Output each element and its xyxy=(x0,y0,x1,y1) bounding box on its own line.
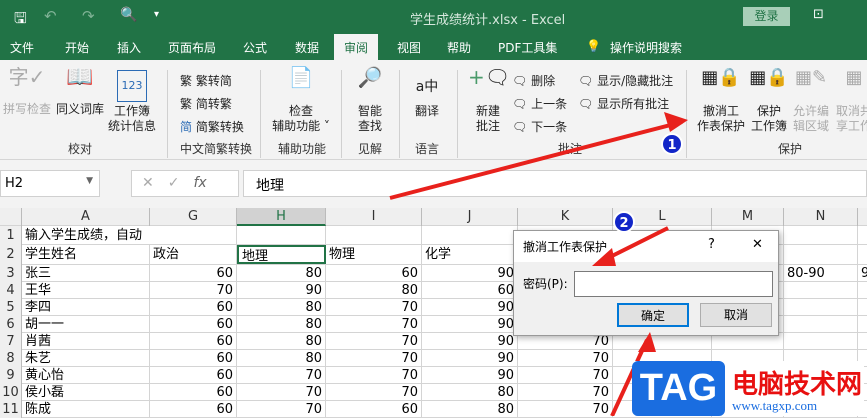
arrow-1 xyxy=(389,120,683,200)
step-2-number: 2 xyxy=(619,216,628,231)
watermark-brand: 电脑技术网 xyxy=(732,370,863,400)
watermark-url: www.tagxp.com xyxy=(732,398,818,413)
arrow-3-head xyxy=(638,332,656,352)
tag-logo: TAG xyxy=(632,361,725,416)
arrow-1-head xyxy=(664,112,688,132)
annotation-layer: 1 2 xyxy=(389,112,688,416)
arrow-2-head xyxy=(592,248,616,266)
tagxp-watermark: TAG 电脑技术网 www.tagxp.com xyxy=(632,361,864,416)
step-1-number: 1 xyxy=(667,138,676,153)
